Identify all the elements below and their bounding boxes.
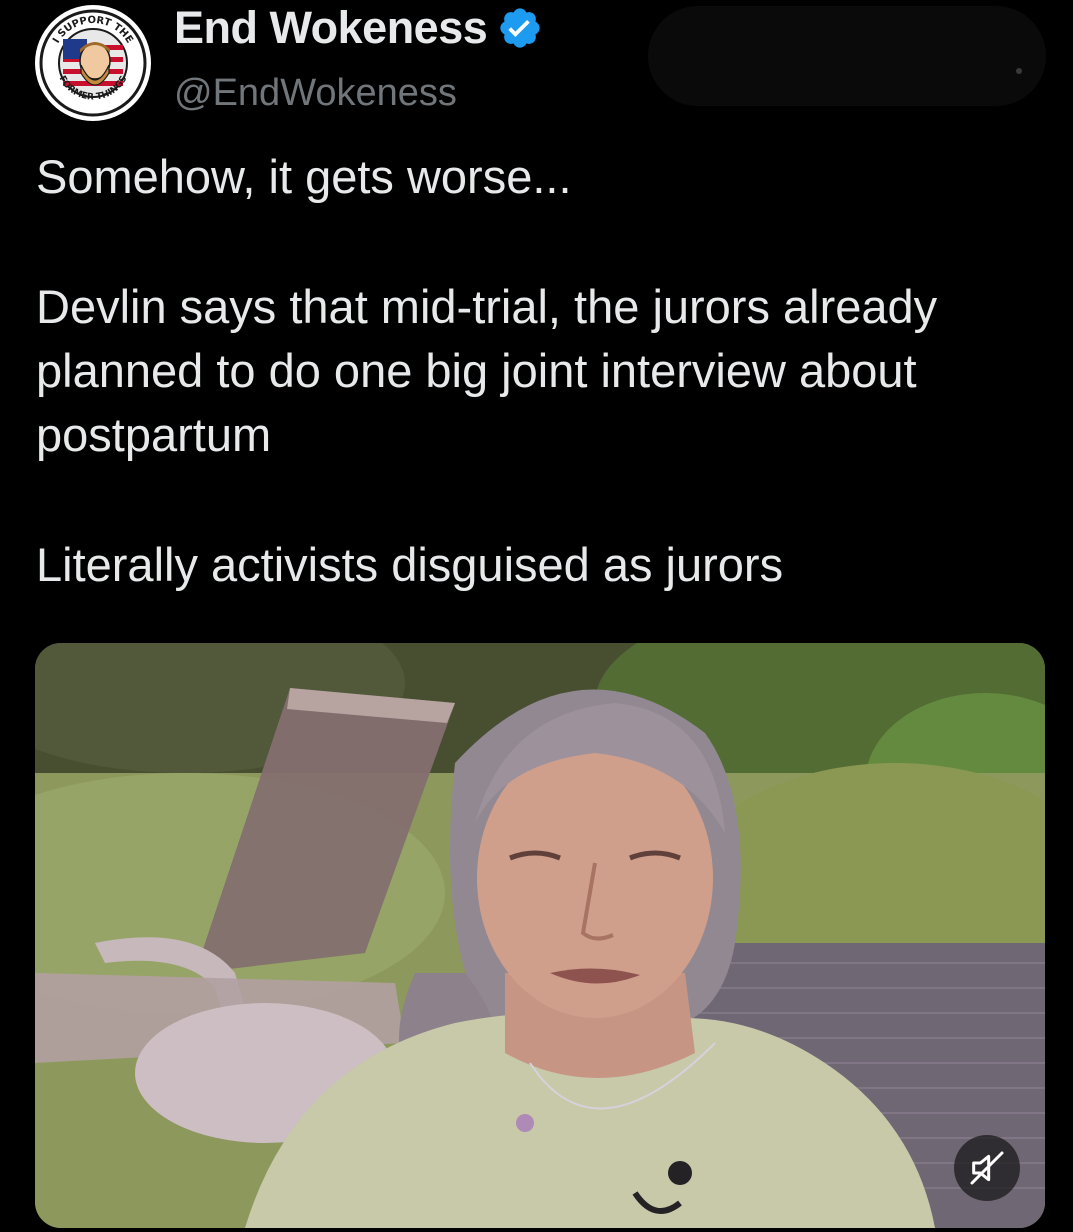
mute-toggle-button[interactable] <box>954 1135 1020 1201</box>
redacted-dot <box>1016 68 1022 74</box>
author-name-row: End Wokeness <box>174 4 543 52</box>
author-display-name[interactable]: End Wokeness <box>174 4 488 52</box>
speaker-muted-icon <box>970 1151 1004 1185</box>
tweet-paragraph: Devlin says that mid-trial, the jurors a… <box>36 280 938 461</box>
video-frame-image <box>35 643 1045 1228</box>
redacted-area <box>648 6 1046 106</box>
tweet-paragraph: Literally activists disguised as jurors <box>36 538 784 591</box>
avatar-logo-image: I SUPPORT THE FORMER THINGS <box>37 7 149 119</box>
author-handle[interactable]: @EndWokeness <box>174 70 457 116</box>
verified-badge-icon[interactable] <box>497 5 543 51</box>
tweet-text: Somehow, it gets worse... Devlin says th… <box>36 145 1036 597</box>
author-avatar[interactable]: I SUPPORT THE FORMER THINGS <box>35 5 151 121</box>
tweet: I SUPPORT THE FORMER THINGS End Wokeness… <box>0 0 1073 1232</box>
video-player[interactable] <box>35 643 1045 1228</box>
tweet-paragraph: Somehow, it gets worse... <box>36 150 572 203</box>
